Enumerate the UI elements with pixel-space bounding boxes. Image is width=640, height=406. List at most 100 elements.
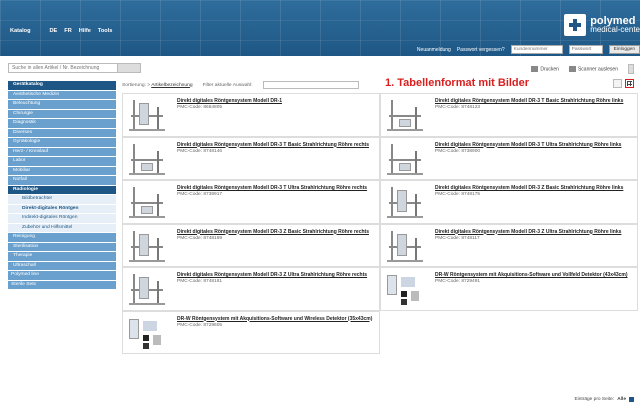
nav-lang-de[interactable]: DE [50,28,58,34]
product-image[interactable] [127,228,167,264]
print-action[interactable]: Drucken [531,65,559,72]
list-toolbar: Sortierung: > Artikelbezeichnung Filter … [122,81,359,89]
product-info: DR-W Röntgensystem mit Akquisitions-Soft… [435,271,633,307]
list-view-icon[interactable] [613,79,622,88]
scanner-action[interactable]: Scanner auslesen [568,65,618,73]
entries-per-page-value[interactable]: Alle [617,397,626,402]
product-title-link[interactable]: Direkt digitales Röntgensystem Modell DR… [177,142,375,148]
sidebar-item[interactable]: Bildbetrachter [8,195,116,205]
product-title-link[interactable]: Direkt digitales Röntgensystem Modell DR… [177,185,375,191]
logo[interactable]: polymed medical-cente [564,14,640,36]
product-image-part [387,259,423,262]
sidebar-item[interactable]: Ultraschall [8,261,116,271]
scanner-label: Scanner auslesen [577,66,618,73]
product-image[interactable] [127,271,167,307]
product-image-part [415,150,417,175]
product-card[interactable]: Direkt digitales Röntgensystem Modell DR… [122,267,380,311]
product-title-link[interactable]: Direkt digitales Röntgensystem Modell DR… [435,229,633,235]
product-info: Direkt digitales Röntgensystem Modell DR… [435,228,633,264]
sidebar-item[interactable]: Diverses [8,128,116,138]
password-input[interactable] [568,45,603,54]
product-info: Direkt digitales Röntgensystem Modell DR… [177,271,375,307]
product-image-part [129,172,165,175]
product-image[interactable] [127,141,167,177]
sidebar-item[interactable]: Beleuchtung [8,100,116,110]
sidebar-item[interactable]: Gynäkologie [8,138,116,148]
filter-input[interactable] [262,81,359,89]
sort-link[interactable]: Artikelbezeichnung [151,83,192,88]
grid-view-icon[interactable] [625,79,634,88]
product-image-part [129,129,165,131]
product-card[interactable]: Direkt digitales Röntgensystem Modell DR… [122,180,380,224]
sidebar-item[interactable]: Diagnostik [8,119,116,129]
product-image-part [401,291,407,297]
product-title-link[interactable]: DR-W Röntgensystem mit Akquisitions-Soft… [177,316,375,322]
product-image-part [157,281,159,305]
product-image[interactable] [127,184,167,220]
sidebar-item[interactable]: Reinigung [8,233,116,243]
forgot-password-link[interactable]: Passwort vergessen? [457,47,505,53]
product-title-link[interactable]: Direkt digitales Röntgensystem Modell DR… [435,98,633,104]
sidebar-item[interactable]: Labor [8,157,116,167]
product-title-link[interactable]: Direkt digitales Röntgensystem Modell DR… [177,272,375,278]
product-code: PMC-Code: 8748117 [435,235,480,241]
sidebar-item[interactable]: Radiologie [8,185,116,195]
sidebar-item[interactable]: Polymed line [8,271,116,281]
sidebar-item[interactable]: Indirekt-digitales Röntgen [8,214,116,224]
product-image[interactable] [385,184,425,220]
product-card[interactable]: DR-W Röntgensystem mit Akquisitions-Soft… [122,310,380,354]
product-card[interactable]: Direkt digitales Röntgensystem Modell DR… [122,223,380,267]
search-input[interactable] [8,63,118,73]
product-image[interactable] [385,271,425,307]
sidebar-header[interactable]: Gerätkatalog [8,81,116,91]
product-image-part [397,233,407,256]
product-card[interactable]: Direkt digitales Röntgensystem Modell DR… [380,223,638,267]
actions-dropdown[interactable] [628,64,634,74]
nav-help[interactable]: Hilfe [79,28,91,34]
product-card[interactable]: Direkt digitales Röntgensystem Modell DR… [122,136,380,180]
sidebar-item[interactable]: Herz- / Kreislauf [8,147,116,157]
product-image[interactable] [385,228,425,264]
sidebar-item[interactable]: Sterilisation [8,242,116,252]
product-image[interactable] [385,97,425,133]
product-title-link[interactable]: Direkt digitales Röntgensystem Modell DR… [435,142,633,148]
product-card[interactable]: Direkt digitales Röntgensystem Modell DR… [380,180,638,224]
product-card[interactable]: Direkt digitales Röntgensystem Modell DR… [380,136,638,180]
register-link[interactable]: Neuanmeldung [417,47,451,53]
sidebar-item[interactable]: Zubehör und Hilfsmittel [8,223,116,233]
product-image[interactable] [127,315,167,351]
product-image-part [157,107,159,131]
login-row: Neuanmeldung Passwort vergessen? Einlogg… [417,45,640,54]
page-actions: Drucken Scanner auslesen [531,64,634,74]
product-title-link[interactable]: DR-W Röntgensystem mit Akquisitions-Soft… [435,272,633,278]
login-button[interactable]: Einloggen [608,45,640,54]
search-button[interactable] [117,63,141,73]
product-title-link[interactable]: Direkt digitales Röntgensystem Modell DR… [177,229,375,235]
header-bar: Katalog DE FR Hilfe Tools polymed medica… [0,0,640,56]
product-card[interactable]: DR-W Röntgensystem mit Akquisitions-Soft… [380,267,638,311]
product-image-part [129,318,139,339]
product-image[interactable] [385,141,425,177]
category-sidebar: Gerätkatalog Aesthetische Medizin Beleuch… [8,81,116,290]
customer-number-input[interactable] [510,45,563,54]
sidebar-item[interactable]: Aesthetische Medizin [8,90,116,100]
product-image[interactable] [127,97,167,133]
sidebar-item[interactable]: Therapie [8,252,116,262]
sidebar-item[interactable]: Mobiliar [8,166,116,176]
nav-katalog[interactable]: Katalog [10,28,31,34]
product-title-link[interactable]: Direkt digitales Röntgensystem Modell DR… [435,185,633,191]
product-title-link[interactable]: Direkt digitales Röntgensystem Modell DR… [177,98,375,104]
product-code: PMC-Code: 8748181 [177,279,223,284]
product-card[interactable]: Direkt digitales Röntgensystem Modell DR… [380,93,638,137]
sidebar-item[interactable]: Chirurgie [8,109,116,119]
sidebar-item[interactable]: Direkt-digitales Röntgen [8,204,116,214]
entries-dropdown-icon[interactable] [629,397,634,402]
product-card[interactable]: Direkt digitales Röntgensystem Modell DR… [122,93,380,137]
product-image-part [141,162,153,171]
nav-tools[interactable]: Tools [98,28,113,34]
sidebar-item[interactable]: Notfall [8,176,116,186]
logo-text-line1: polymed [590,14,636,27]
product-code: PMC-Code: 8738900 [435,148,481,154]
sidebar-item[interactable]: Sterile Sets [8,280,116,290]
nav-lang-fr[interactable]: FR [64,28,71,34]
